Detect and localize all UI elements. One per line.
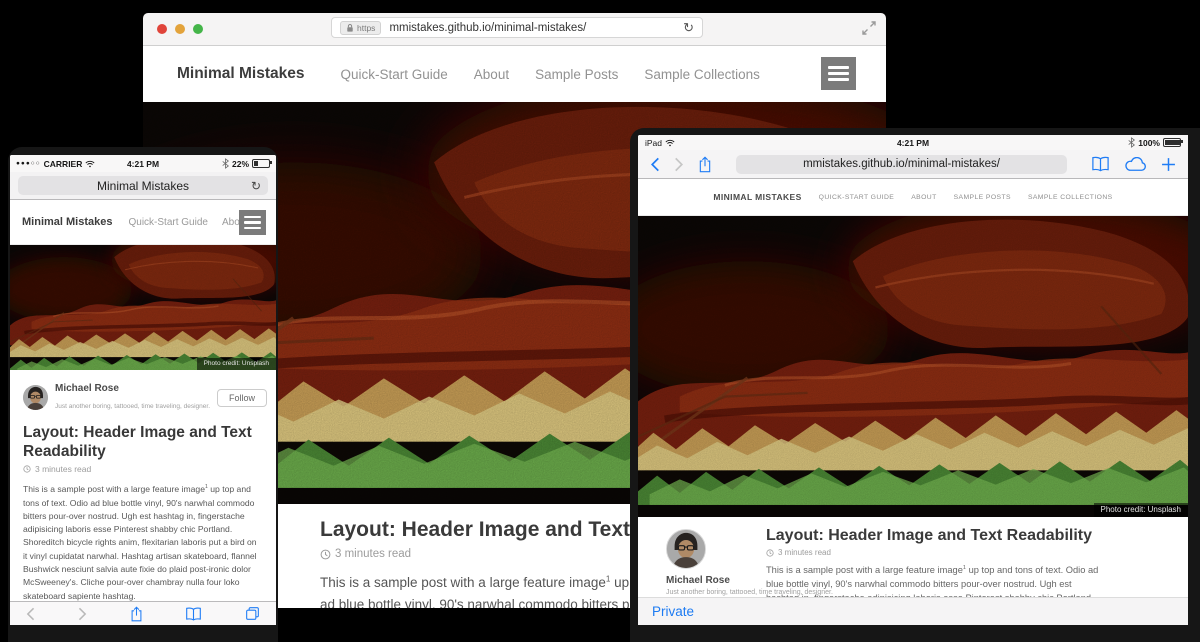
nav-sample-posts[interactable]: Sample Posts [535,67,618,82]
back-icon[interactable] [26,607,35,621]
desktop-titlebar: https mmistakes.github.io/minimal-mistak… [143,13,886,46]
body-lead: This is a sample post with a large featu… [23,484,205,494]
nav-quick-start-guide[interactable]: QUICK-START GUIDE [819,194,895,201]
page-title: Minimal Mistakes [97,179,189,193]
ipad-status-bar: iPad 4:21 PM 100% [638,135,1188,150]
post-main: Layout: Header Image and Text Readabilit… [766,517,1188,601]
url-text: mmistakes.github.io/minimal-mistakes/ [389,22,675,34]
iphone-device: ●●●○○ CARRIER 4:21 PM 22% Minimal Mistak… [8,147,278,642]
iphone-url-bar-row: Minimal Mistakes ↻ [10,172,276,200]
desktop-site-nav: Minimal Mistakes Quick-Start Guide About… [143,46,886,102]
read-time-label: 3 minutes read [35,464,91,474]
ipad-screen: iPad 4:21 PM 100% mmistakes.github.io/mi… [638,135,1188,625]
reload-icon[interactable]: ↻ [251,179,261,193]
composite-stage: https mmistakes.github.io/minimal-mistak… [0,0,1200,642]
author-sidebar: Michael Rose Just another boring, tattoo… [638,517,766,601]
reload-icon[interactable]: ↻ [683,21,694,34]
lock-icon [346,23,354,33]
leaves-photo [638,216,1188,517]
nav-quick-start-guide[interactable]: Quick-Start Guide [341,67,448,82]
site-brand[interactable]: Minimal Mistakes [177,65,305,83]
menu-button[interactable] [239,210,266,235]
new-tab-icon[interactable] [1161,157,1176,172]
site-brand[interactable]: Minimal Mistakes [22,216,112,228]
nav-sample-collections[interactable]: Sample Collections [644,67,760,82]
battery-icon [252,159,270,168]
author-bio: Just another boring, tattooed, time trav… [666,589,766,596]
icloud-tabs-icon[interactable] [1124,157,1147,172]
clock-icon [766,549,774,557]
read-time-label: 3 minutes read [778,548,831,557]
ipad-browser-toolbar: mmistakes.github.io/minimal-mistakes/ [638,150,1188,179]
iphone-bottom-toolbar [10,601,276,625]
status-time: 4:21 PM [10,159,276,169]
private-browsing-bar: Private [638,597,1188,625]
clock-icon [23,465,31,473]
nav-sample-posts[interactable]: SAMPLE POSTS [954,194,1011,201]
ipad-site-nav: MINIMAL MISTAKES QUICK-START GUIDE ABOUT… [638,179,1188,216]
private-button[interactable]: Private [652,604,694,619]
author-bio: Just another boring, tattooed, time trav… [55,403,210,410]
read-time: 3 minutes read [766,548,1150,557]
tabs-icon[interactable] [245,606,260,621]
post-title: Layout: Header Image and Text Readabilit… [23,424,263,461]
read-time-label: 3 minutes read [335,548,411,560]
read-time: 3 minutes read [23,464,263,474]
menu-button[interactable] [821,57,856,90]
forward-icon[interactable] [674,157,684,172]
photo-credit: Photo credit: Unsplash [197,358,276,370]
desktop-address-bar[interactable]: https mmistakes.github.io/minimal-mistak… [331,17,703,38]
https-label: https [357,23,375,33]
post-body: This is a sample post with a large featu… [23,483,263,603]
post-body: This is a sample post with a large featu… [766,564,1106,601]
iphone-address-bar[interactable]: Minimal Mistakes ↻ [18,176,268,195]
ipad-address-bar[interactable]: mmistakes.github.io/minimal-mistakes/ [736,155,1067,174]
body-rest: up top and tons of text. Odio ad blue bo… [23,484,257,601]
body-lead: This is a sample post with a large featu… [320,575,606,590]
fullscreen-icon[interactable] [862,21,876,35]
back-icon[interactable] [650,157,660,172]
author-avatar [666,529,706,569]
body-lead: This is a sample post with a large featu… [766,565,963,575]
post-hero-image: Photo credit: Unsplash [638,216,1188,517]
nav-sample-collections[interactable]: SAMPLE COLLECTIONS [1028,194,1113,201]
post-hero-image: Photo credit: Unsplash [10,245,276,370]
minimize-window-icon[interactable] [175,24,185,34]
window-controls [157,24,203,34]
close-window-icon[interactable] [157,24,167,34]
author-avatar [23,385,48,410]
https-badge: https [340,21,381,35]
nav-quick-start-guide[interactable]: Quick-Start Guide [128,217,207,228]
forward-icon[interactable] [78,607,87,621]
iphone-post-content: Michael Rose Just another boring, tattoo… [10,370,276,604]
post-title: Layout: Header Image and Text Readabilit… [766,527,1150,545]
url-text: mmistakes.github.io/minimal-mistakes/ [803,158,1000,170]
nav-about[interactable]: About [474,67,509,82]
follow-button[interactable]: Follow [217,389,267,407]
clock-icon [320,549,331,560]
iphone-screen: ●●●○○ CARRIER 4:21 PM 22% Minimal Mistak… [10,155,276,625]
author-name: Michael Rose [666,575,766,586]
ipad-post-content: Michael Rose Just another boring, tattoo… [638,517,1188,601]
ipad-device: iPad 4:21 PM 100% mmistakes.github.io/mi… [630,128,1200,642]
author-row: Michael Rose Just another boring, tattoo… [23,382,263,413]
zoom-window-icon[interactable] [193,24,203,34]
site-brand[interactable]: MINIMAL MISTAKES [713,192,801,202]
battery-icon [1163,138,1181,147]
bookmarks-icon[interactable] [1091,156,1110,172]
bookmarks-icon[interactable] [185,607,202,621]
share-icon[interactable] [130,606,143,622]
photo-credit: Photo credit: Unsplash [1094,503,1189,517]
leaves-photo [10,245,276,370]
iphone-site-nav: Minimal Mistakes Quick-Start Guide About [10,200,276,245]
share-icon[interactable] [698,156,712,173]
author-name: Michael Rose [55,382,210,395]
iphone-status-bar: ●●●○○ CARRIER 4:21 PM 22% [10,155,276,172]
status-time: 4:21 PM [638,138,1188,148]
nav-about[interactable]: ABOUT [911,194,936,201]
